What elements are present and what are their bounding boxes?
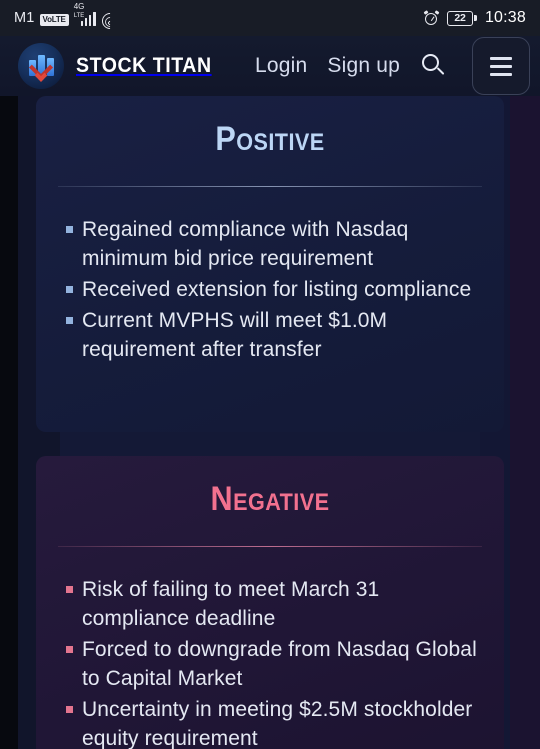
carrier-label: M1 — [14, 10, 35, 26]
negative-card: Negative Risk of failing to meet March 3… — [36, 456, 504, 749]
list-item: Current MVPHS will meet $1.0M requiremen… — [58, 306, 482, 364]
negative-card-divider — [58, 546, 482, 547]
negative-card-title: Negative — [210, 480, 330, 518]
status-bar: M1 VoLTE 4G LTE 22 10:38 — [0, 0, 540, 36]
wifi-icon — [98, 9, 121, 33]
list-item: Forced to downgrade from Nasdaq Global t… — [58, 635, 482, 693]
positive-card-divider — [58, 186, 482, 187]
status-bar-right: 22 10:38 — [423, 9, 526, 27]
positive-card: Positive Regained compliance with Nasdaq… — [36, 96, 504, 432]
signal-bars-icon: 4G LTE — [73, 3, 96, 26]
battery-tip — [474, 15, 477, 21]
clock-label: 10:38 — [484, 9, 526, 26]
negative-bullet-list: Risk of failing to meet March 31 complia… — [58, 575, 482, 749]
status-bar-left: M1 VoLTE 4G LTE — [14, 3, 121, 33]
positive-card-title: Positive — [215, 120, 325, 158]
battery-percent-label: 22 — [446, 10, 473, 26]
search-icon[interactable] — [420, 53, 446, 79]
header-nav: Login Sign up — [255, 37, 530, 95]
hamburger-menu-icon[interactable] — [472, 37, 530, 95]
stock-titan-logo — [18, 43, 64, 89]
site-header: STOCK TITAN Login Sign up — [0, 36, 540, 96]
list-item: Risk of failing to meet March 31 complia… — [58, 575, 482, 633]
list-item: Received extension for listing complianc… — [58, 275, 482, 304]
network-sub-label: LTE — [73, 13, 85, 19]
brand-name-label: STOCK TITAN — [76, 54, 212, 77]
signup-link[interactable]: Sign up — [327, 54, 400, 78]
network-type-label: 4G — [73, 2, 85, 11]
alarm-clock-icon — [423, 9, 440, 26]
volte-badge: VoLTE — [39, 14, 69, 26]
app-screen: M1 VoLTE 4G LTE 22 10:38 STOCK TITAN Log… — [0, 0, 540, 749]
page-content: Positive Regained compliance with Nasdaq… — [0, 96, 540, 749]
brand-home-link[interactable]: STOCK TITAN — [18, 43, 222, 89]
login-link[interactable]: Login — [255, 54, 307, 78]
positive-bullet-list: Regained compliance with Nasdaq minimum … — [58, 215, 482, 364]
list-item: Regained compliance with Nasdaq minimum … — [58, 215, 482, 273]
list-item: Uncertainty in meeting $2.5M stockholder… — [58, 695, 482, 749]
battery-indicator: 22 — [446, 10, 477, 26]
